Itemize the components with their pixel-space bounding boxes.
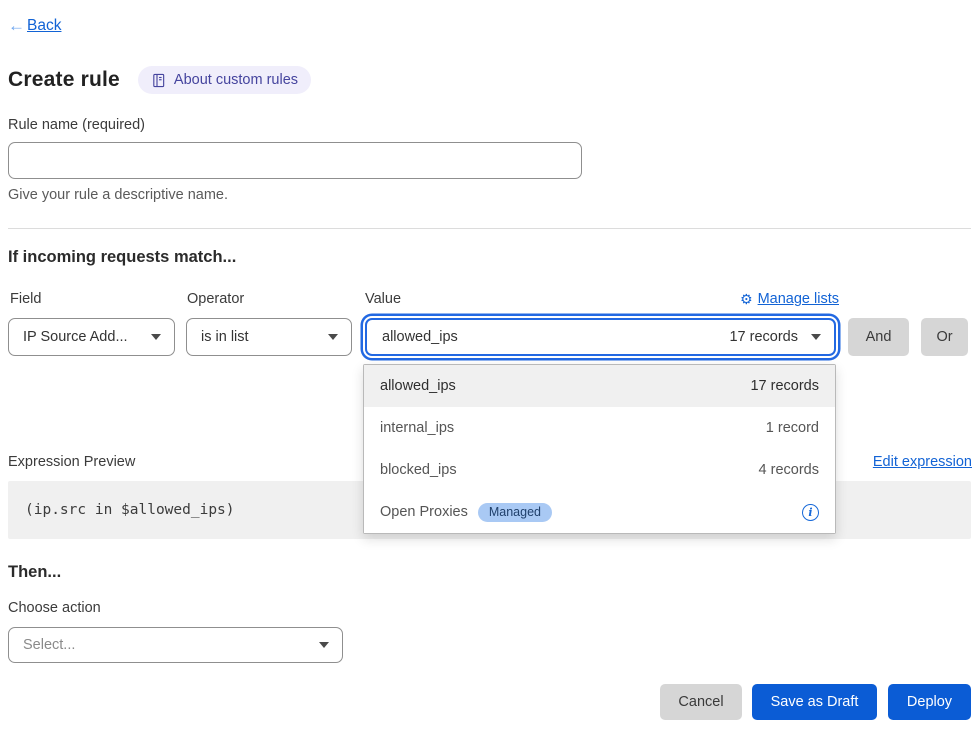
chevron-down-icon [151,334,161,340]
page-title: Create rule [8,68,120,92]
about-custom-rules-badge[interactable]: About custom rules [138,66,311,94]
rule-name-helper: Give your rule a descriptive name. [8,187,228,203]
rule-name-label: Rule name (required) [8,117,145,133]
list-item-internal-ips[interactable]: internal_ips 1 record [364,407,835,449]
choose-action-label: Choose action [8,600,101,616]
about-badge-label: About custom rules [174,72,298,88]
then-heading: Then... [8,563,61,582]
list-item-meta: 1 record [766,420,819,436]
lists-dropdown-menu: allowed_ips 17 records internal_ips 1 re… [363,364,836,534]
create-rule-page: ← Back Create rule About custom rules Ru… [0,0,979,739]
manage-lists-label: Manage lists [758,291,839,307]
or-button[interactable]: Or [921,318,968,356]
list-item-name: Open Proxies [380,504,468,520]
manage-lists-link[interactable]: ⚙ Manage lists [740,291,839,307]
chevron-down-icon [328,334,338,340]
field-label: Field [10,291,41,307]
list-item-name: allowed_ips [380,378,456,394]
arrow-left-icon: ← [8,16,25,36]
cancel-button[interactable]: Cancel [660,684,742,720]
rule-name-input[interactable] [8,142,582,179]
gear-icon: ⚙ [740,292,753,306]
back-link[interactable]: ← Back [8,16,61,36]
info-icon[interactable]: i [802,504,819,521]
list-item-name: blocked_ips [380,462,457,478]
managed-badge: Managed [478,503,552,522]
title-row: Create rule About custom rules [8,66,311,94]
action-select-placeholder: Select... [23,637,75,653]
list-item-meta: 17 records [750,378,819,394]
list-item-blocked-ips[interactable]: blocked_ips 4 records [364,449,835,491]
save-as-draft-button[interactable]: Save as Draft [752,684,877,720]
value-select[interactable]: allowed_ips 17 records [365,318,836,356]
and-button[interactable]: And [848,318,909,356]
edit-expression-link[interactable]: Edit expression [873,454,972,470]
value-label: Value [365,291,401,307]
deploy-button[interactable]: Deploy [888,684,971,720]
back-label: Back [27,17,61,35]
list-item-meta: 4 records [759,462,819,478]
match-heading: If incoming requests match... [8,248,236,267]
field-select-value: IP Source Add... [23,329,128,345]
operator-select-value: is in list [201,329,249,345]
list-item-name: internal_ips [380,420,454,436]
list-item-open-proxies[interactable]: Open Proxies Managed i [364,491,835,533]
operator-select[interactable]: is in list [186,318,352,356]
list-item-allowed-ips[interactable]: allowed_ips 17 records [364,365,835,407]
chevron-down-icon [319,642,329,648]
chevron-down-icon [811,334,821,340]
section-divider [8,228,971,229]
action-select[interactable]: Select... [8,627,343,663]
value-select-records: 17 records [729,329,798,345]
operator-label: Operator [187,291,244,307]
book-icon [151,73,166,88]
value-select-value: allowed_ips [382,329,458,345]
expression-preview-label: Expression Preview [8,454,135,470]
field-select[interactable]: IP Source Add... [8,318,175,356]
